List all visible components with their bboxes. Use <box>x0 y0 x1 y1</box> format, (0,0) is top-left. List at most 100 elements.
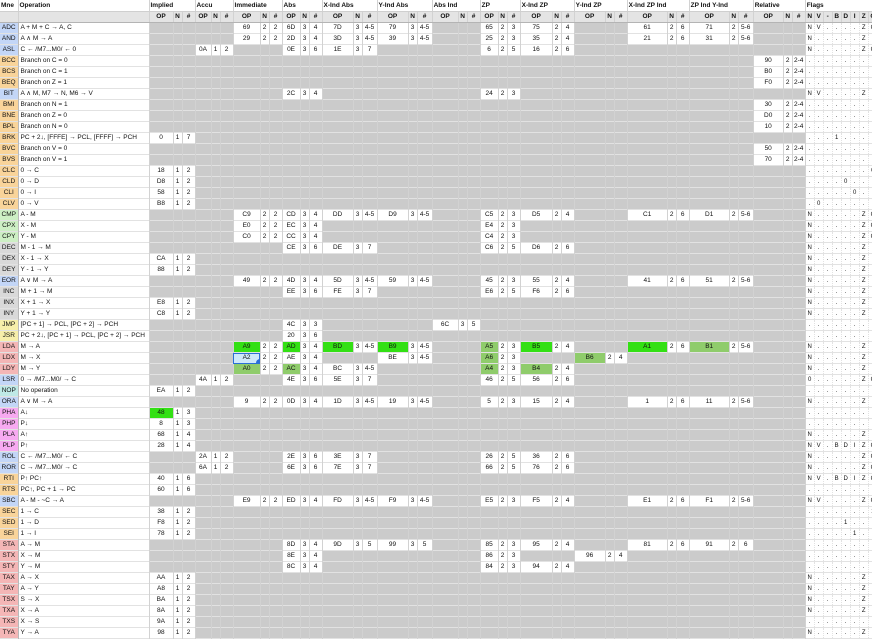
cycles-cell[interactable] <box>738 352 754 364</box>
opcode-cell[interactable]: A8 <box>149 583 174 595</box>
opcode-cell[interactable]: B8 <box>149 198 174 210</box>
opcode-cell[interactable] <box>520 264 553 276</box>
bytes-cell[interactable] <box>300 517 310 529</box>
cycles-cell[interactable]: 2 <box>269 220 283 232</box>
opcode-cell[interactable]: B5 <box>520 341 553 353</box>
bytes-cell[interactable] <box>300 440 310 452</box>
opcode-cell[interactable]: 60 <box>149 484 174 496</box>
mnemonic-cell[interactable]: RTS <box>0 484 19 496</box>
bytes-cell[interactable]: 2 <box>260 231 270 243</box>
opcode-cell[interactable] <box>432 429 459 441</box>
cycles-cell[interactable] <box>738 99 754 111</box>
flag-cell-D[interactable]: . <box>841 154 851 166</box>
bytes-cell[interactable] <box>667 572 677 584</box>
flag-cell-N[interactable]: . <box>805 539 815 551</box>
mnemonic-cell[interactable]: TYA <box>0 627 19 639</box>
opcode-cell[interactable] <box>574 517 606 529</box>
opcode-cell[interactable] <box>627 484 668 496</box>
cycles-cell[interactable] <box>269 627 283 639</box>
cycles-cell[interactable] <box>792 253 806 265</box>
cycles-cell[interactable]: 4-5 <box>417 352 433 364</box>
cycles-cell[interactable] <box>738 374 754 386</box>
opcode-cell[interactable] <box>322 616 354 628</box>
mnemonic-cell[interactable]: PHA <box>0 407 19 419</box>
cycles-cell[interactable] <box>467 198 481 210</box>
opcode-cell[interactable] <box>480 594 499 606</box>
cycles-cell[interactable] <box>792 440 806 452</box>
cycles-cell[interactable] <box>467 627 481 639</box>
flag-cell-C[interactable]: . <box>868 550 872 562</box>
cycles-cell[interactable] <box>676 297 690 309</box>
bytes-cell[interactable]: 3 <box>300 374 310 386</box>
cycles-cell[interactable] <box>561 165 575 177</box>
opcode-cell[interactable] <box>195 176 212 188</box>
cycles-cell[interactable] <box>792 462 806 474</box>
bytes-cell[interactable] <box>353 253 363 265</box>
bytes-cell[interactable] <box>408 506 418 518</box>
flag-cell-B[interactable]: 1 <box>832 132 842 144</box>
opcode-cell[interactable] <box>149 374 174 386</box>
cycles-cell[interactable] <box>220 616 234 628</box>
flag-cell-C[interactable]: . <box>868 143 872 155</box>
cycles-cell[interactable]: 4 <box>309 396 323 408</box>
cycles-cell[interactable] <box>417 121 433 133</box>
cycles-cell[interactable] <box>309 385 323 397</box>
opcode-cell[interactable] <box>627 605 668 617</box>
mnemonic-cell[interactable]: NOP <box>0 385 19 397</box>
opcode-cell[interactable]: 7D <box>322 22 354 34</box>
cycles-cell[interactable] <box>614 88 628 100</box>
flag-cell-B[interactable]: . <box>832 121 842 133</box>
cycles-cell[interactable] <box>738 231 754 243</box>
flag-cell-D[interactable]: . <box>841 165 851 177</box>
opcode-cell[interactable] <box>195 88 212 100</box>
bytes-cell[interactable]: 3 <box>353 539 363 551</box>
cycles-cell[interactable]: 4-5 <box>362 341 378 353</box>
bytes-cell[interactable] <box>552 583 562 595</box>
bytes-cell[interactable] <box>458 33 468 45</box>
cycles-cell[interactable]: 4 <box>309 220 323 232</box>
bytes-cell[interactable] <box>552 110 562 122</box>
mnemonic-cell[interactable]: CLC <box>0 165 19 177</box>
opcode-cell[interactable] <box>627 220 668 232</box>
opcode-cell[interactable] <box>520 528 553 540</box>
opcode-cell[interactable] <box>149 88 174 100</box>
flag-cell-I[interactable]: . <box>850 44 860 56</box>
bytes-cell[interactable] <box>211 583 221 595</box>
bytes-cell[interactable] <box>408 528 418 540</box>
bytes-cell[interactable] <box>605 132 615 144</box>
cycles-cell[interactable]: 2 <box>182 308 196 320</box>
flag-cell-Z[interactable]: Z <box>859 253 869 265</box>
bytes-cell[interactable] <box>173 242 183 254</box>
cycles-cell[interactable] <box>507 440 521 452</box>
cycles-cell[interactable]: 6 <box>676 539 690 551</box>
bytes-cell[interactable]: 2 <box>260 396 270 408</box>
flag-cell-D[interactable]: . <box>841 132 851 144</box>
cycles-cell[interactable] <box>182 451 196 463</box>
bytes-cell[interactable] <box>667 440 677 452</box>
flag-cell-D[interactable]: . <box>841 264 851 276</box>
bytes-cell[interactable] <box>498 605 508 617</box>
operation-cell[interactable]: Y - 1 → Y <box>18 264 150 276</box>
bytes-cell[interactable] <box>667 231 677 243</box>
cycles-cell[interactable] <box>792 286 806 298</box>
bytes-cell[interactable] <box>408 374 418 386</box>
bytes-cell[interactable] <box>667 407 677 419</box>
opcode-cell[interactable] <box>520 143 553 155</box>
opcode-cell[interactable] <box>520 627 553 639</box>
cycles-cell[interactable] <box>467 594 481 606</box>
flag-cell-C[interactable]: . <box>868 242 872 254</box>
flag-cell-D[interactable]: . <box>841 418 851 430</box>
cycles-cell[interactable] <box>182 341 196 353</box>
opcode-cell[interactable]: 79 <box>377 22 409 34</box>
opcode-cell[interactable]: 25 <box>480 33 499 45</box>
bytes-cell[interactable] <box>729 374 739 386</box>
bytes-cell[interactable] <box>173 352 183 364</box>
cycles-cell[interactable] <box>561 385 575 397</box>
bytes-cell[interactable] <box>173 539 183 551</box>
cycles-cell[interactable] <box>614 561 628 573</box>
bytes-cell[interactable] <box>300 583 310 595</box>
flag-cell-V[interactable]: . <box>814 143 824 155</box>
bytes-cell[interactable] <box>729 231 739 243</box>
opcode-cell[interactable]: C9 <box>233 209 261 221</box>
bytes-cell[interactable]: 2 <box>498 242 508 254</box>
